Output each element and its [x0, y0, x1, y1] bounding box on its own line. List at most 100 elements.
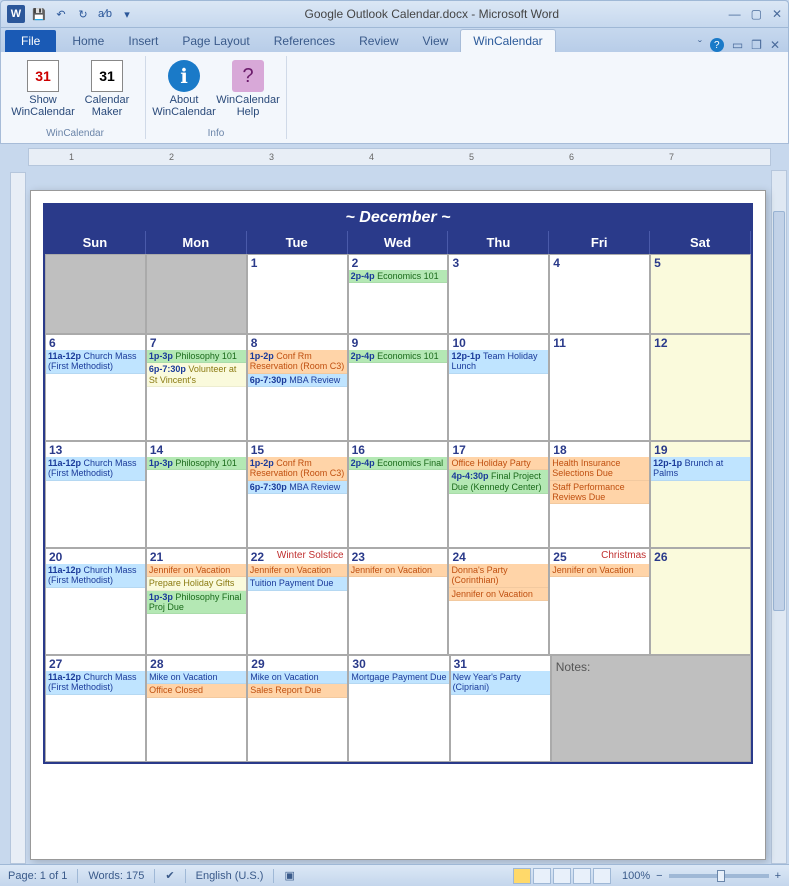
horizontal-ruler[interactable]: 1234567: [28, 148, 771, 166]
minimize-icon[interactable]: —: [729, 7, 741, 21]
calendar-event[interactable]: Staff Performance Reviews Due: [550, 481, 649, 505]
maximize-icon[interactable]: ▢: [751, 7, 762, 21]
calendar-event[interactable]: Mortgage Payment Due: [349, 671, 448, 684]
insert-mode-icon[interactable]: ▣: [284, 869, 294, 882]
calendar-day-cell[interactable]: 22p-4p Economics 101: [348, 254, 449, 334]
calendar-day-cell[interactable]: 5: [650, 254, 751, 334]
doc-restore-icon[interactable]: ❐: [751, 38, 762, 52]
calendar-day-cell[interactable]: 151p-2p Conf Rm Reservation (Room C3)6p-…: [247, 441, 348, 548]
calendar-day-cell[interactable]: 81p-2p Conf Rm Reservation (Room C3)6p-7…: [247, 334, 348, 441]
calendar-day-cell[interactable]: [146, 254, 247, 334]
calendar-day-cell[interactable]: 2011a-12p Church Mass (First Methodist): [45, 548, 146, 655]
view-full-screen-button[interactable]: [533, 868, 551, 884]
calendar-day-cell[interactable]: 1012p-1p Team Holiday Lunch: [448, 334, 549, 441]
calendar-event[interactable]: Office Holiday Party: [449, 457, 548, 470]
calendar-day-cell[interactable]: 25ChristmasJennifer on Vacation: [549, 548, 650, 655]
show-wincalendar-button[interactable]: 31 Show WinCalendar: [13, 56, 73, 126]
document-page[interactable]: ~ December ~ SunMonTueWedThuFriSat 122p-…: [30, 190, 766, 860]
tab-file[interactable]: File: [5, 30, 56, 52]
about-wincalendar-button[interactable]: ℹ About WinCalendar: [154, 56, 214, 126]
calendar-event[interactable]: 4p-4:30p Final Project Due (Kennedy Cent…: [449, 470, 548, 494]
tab-page-layout[interactable]: Page Layout: [170, 30, 261, 52]
tab-view[interactable]: View: [411, 30, 461, 52]
calendar-event[interactable]: 1p-3p Philosophy 101: [147, 350, 246, 363]
calendar-event[interactable]: Jennifer on Vacation: [449, 588, 548, 601]
tab-wincalendar[interactable]: WinCalendar: [460, 29, 555, 52]
scrollbar-thumb[interactable]: [773, 211, 785, 611]
calendar-day-cell[interactable]: 12: [650, 334, 751, 441]
calendar-event[interactable]: 6p-7:30p MBA Review: [248, 481, 347, 494]
calendar-day-cell[interactable]: 24Donna's Party (Corinthian)Jennifer on …: [448, 548, 549, 655]
close-icon[interactable]: ✕: [772, 7, 782, 21]
calendar-event[interactable]: 1p-2p Conf Rm Reservation (Room C3): [248, 350, 347, 374]
redo-icon[interactable]: ↻: [75, 6, 91, 22]
calendar-day-cell[interactable]: 141p-3p Philosophy 101: [146, 441, 247, 548]
zoom-out-button[interactable]: −: [656, 870, 662, 882]
calendar-day-cell[interactable]: 71p-3p Philosophy 1016p-7:30p Volunteer …: [146, 334, 247, 441]
tab-review[interactable]: Review: [347, 30, 410, 52]
calendar-event[interactable]: 11a-12p Church Mass (First Methodist): [46, 671, 145, 695]
calendar-event[interactable]: Prepare Holiday Gifts: [147, 577, 246, 590]
vertical-scrollbar[interactable]: [771, 170, 787, 864]
calendar-day-cell[interactable]: 31New Year's Party (Cipriani): [450, 655, 551, 762]
calendar-event[interactable]: 11a-12p Church Mass (First Methodist): [46, 457, 145, 481]
calendar-day-cell[interactable]: 2711a-12p Church Mass (First Methodist): [45, 655, 146, 762]
calendar-event[interactable]: 6p-7:30p Volunteer at St Vincent's: [147, 363, 246, 387]
vertical-ruler[interactable]: [10, 172, 26, 864]
tab-home[interactable]: Home: [60, 30, 116, 52]
undo-icon[interactable]: ↶: [53, 6, 69, 22]
calendar-maker-button[interactable]: 31 Calendar Maker: [77, 56, 137, 126]
calendar-event[interactable]: Jennifer on Vacation: [248, 564, 347, 577]
calendar-day-cell[interactable]: 4: [549, 254, 650, 334]
zoom-slider[interactable]: [669, 874, 769, 878]
tab-references[interactable]: References: [262, 30, 347, 52]
zoom-slider-thumb[interactable]: [717, 870, 725, 882]
qat-dropdown-icon[interactable]: ▾: [119, 6, 135, 22]
wincalendar-help-button[interactable]: ? WinCalendar Help: [218, 56, 278, 126]
calendar-day-cell[interactable]: 1912p-1p Brunch at Palms: [650, 441, 751, 548]
zoom-in-button[interactable]: +: [775, 870, 781, 882]
calendar-event[interactable]: Donna's Party (Corinthian): [449, 564, 548, 588]
spelling-icon[interactable]: a⁄b: [97, 6, 113, 22]
calendar-event[interactable]: 1p-3p Philosophy 101: [147, 457, 246, 470]
calendar-day-cell[interactable]: 23Jennifer on Vacation: [348, 548, 449, 655]
calendar-day-cell[interactable]: 26: [650, 548, 751, 655]
calendar-day-cell[interactable]: 18Health Insurance Selections DueStaff P…: [549, 441, 650, 548]
calendar-day-cell[interactable]: 162p-4p Economics Final: [348, 441, 449, 548]
view-draft-button[interactable]: [593, 868, 611, 884]
calendar-event[interactable]: 2p-4p Economics 101: [349, 350, 448, 363]
calendar-event[interactable]: Jennifer on Vacation: [349, 564, 448, 577]
calendar-event[interactable]: Office Closed: [147, 684, 246, 697]
calendar-day-cell[interactable]: 611a-12p Church Mass (First Methodist): [45, 334, 146, 441]
calendar-day-cell[interactable]: 1311a-12p Church Mass (First Methodist): [45, 441, 146, 548]
calendar-event[interactable]: Mike on Vacation: [248, 671, 347, 684]
save-icon[interactable]: 💾: [31, 6, 47, 22]
view-print-layout-button[interactable]: [513, 868, 531, 884]
calendar-day-cell[interactable]: 92p-4p Economics 101: [348, 334, 449, 441]
proofing-icon[interactable]: ✔: [165, 869, 174, 882]
calendar-day-cell[interactable]: 11: [549, 334, 650, 441]
status-language[interactable]: English (U.S.): [196, 870, 264, 882]
calendar-event[interactable]: Mike on Vacation: [147, 671, 246, 684]
calendar-event[interactable]: Health Insurance Selections Due: [550, 457, 649, 481]
tab-insert[interactable]: Insert: [116, 30, 170, 52]
view-web-layout-button[interactable]: [553, 868, 571, 884]
calendar-day-cell[interactable]: 22Winter SolsticeJennifer on VacationTui…: [247, 548, 348, 655]
status-page[interactable]: Page: 1 of 1: [8, 870, 67, 882]
calendar-event[interactable]: 2p-4p Economics 101: [349, 270, 448, 283]
calendar-day-cell[interactable]: 28Mike on VacationOffice Closed: [146, 655, 247, 762]
calendar-event[interactable]: 1p-2p Conf Rm Reservation (Room C3): [248, 457, 347, 481]
calendar-day-cell[interactable]: [45, 254, 146, 334]
view-outline-button[interactable]: [573, 868, 591, 884]
calendar-event[interactable]: 12p-1p Brunch at Palms: [651, 457, 750, 481]
calendar-event[interactable]: Sales Report Due: [248, 684, 347, 697]
calendar-event[interactable]: 11a-12p Church Mass (First Methodist): [46, 350, 145, 374]
ribbon-collapse-icon[interactable]: ˇ: [698, 38, 702, 52]
calendar-day-cell[interactable]: 17Office Holiday Party4p-4:30p Final Pro…: [448, 441, 549, 548]
calendar-day-cell[interactable]: 21Jennifer on VacationPrepare Holiday Gi…: [146, 548, 247, 655]
calendar-event[interactable]: Tuition Payment Due: [248, 577, 347, 590]
calendar-event[interactable]: Jennifer on Vacation: [550, 564, 649, 577]
doc-close-icon[interactable]: ✕: [770, 38, 780, 52]
calendar-event[interactable]: 1p-3p Philosophy Final Proj Due: [147, 591, 246, 615]
calendar-day-cell[interactable]: 3: [448, 254, 549, 334]
